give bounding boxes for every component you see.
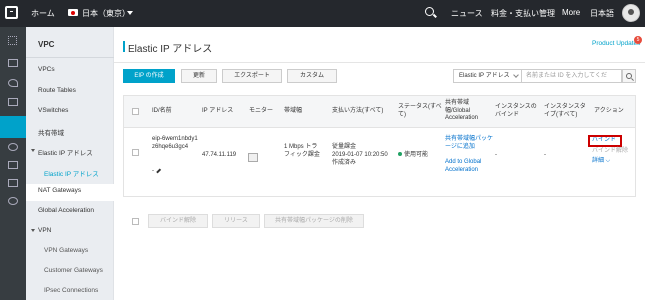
product-icon-bar [0,27,26,300]
layers-icon[interactable] [8,179,18,187]
top-navbar: ホーム 日本（東京） ニュース 料金・支払い管理 More 日本語 [0,0,645,27]
eip-table: ID/名前 IP アドレス モニター 帯域幅 支払い方法(すべて) ステータス(… [123,95,636,197]
col-billing[interactable]: 支払い方法(すべて) [332,108,383,116]
col-monitor: モニター [249,108,274,114]
ip-address: 47.74.11.119 [202,152,237,158]
home-link[interactable]: ホーム [31,8,55,19]
add-shared-link[interactable]: 共有帯域幅パッケージに追加 [445,136,493,151]
export-button[interactable]: エクスポート [222,69,282,83]
sidebar-item-global-acceleration[interactable]: Global Acceleration [38,207,94,214]
eip-id[interactable]: eip-6wem1nbdy1z6hqe6u3gc4 [152,136,200,151]
search-icon[interactable] [425,7,434,16]
billing-created: 2019-01-07 10:20:50 作成済み [332,152,388,166]
sidebar-item-shared-bandwidth[interactable]: 共有帯域 [38,127,64,137]
more-label: 詳細 [592,158,605,164]
sidebar-item-ipsec-connections[interactable]: IPsec Connections [44,287,98,294]
eip-name: - [152,168,154,174]
sidebar-item-vswitches[interactable]: VSwitches [38,107,68,114]
chart-icon[interactable] [248,153,258,162]
col-ip: IP アドレス [202,108,234,114]
status-label: 使用可能 [404,152,429,158]
sidebar-item-nat-gateways[interactable]: NAT Gateways [38,187,81,194]
unbind-link: バインド解除 [592,148,629,154]
status-dot-icon [398,152,402,157]
news-link[interactable]: ニュース [451,8,483,19]
bind-highlight [588,135,622,147]
bulk-select-checkbox[interactable] [132,218,139,225]
globe-icon[interactable] [8,143,18,151]
language-selector[interactable]: 日本語 [590,8,614,19]
sidebar-item-customer-gateways[interactable]: Customer Gateways [44,267,103,274]
page-title: Elastic IP アドレス [128,44,213,55]
col-instance: インスタンスのバインド [495,104,537,118]
database-icon[interactable] [8,197,18,205]
more-link[interactable]: More [562,8,580,17]
col-status[interactable]: ステータス(すべて) [398,104,442,119]
bulk-release-button: リリース [212,214,260,228]
add-global-link[interactable]: Add to Global Acceleration [445,159,493,174]
bulk-unbind-button: バインド解除 [148,214,208,228]
sidebar-item-elastic-ip[interactable]: Elastic IP アドレス [44,168,99,178]
refresh-button[interactable]: 更新 [181,69,217,83]
col-shared: 共有帯域幅/Global Acceleration [445,100,479,121]
chevron-down-icon [513,72,519,78]
monitor-icon[interactable] [8,59,18,67]
search-icon [626,73,632,79]
console-logo-icon[interactable] [5,6,18,19]
sidebar-item-route-tables[interactable]: Route Tables [38,87,76,94]
vpc-sidebar: VPC VPCs Route Tables VSwitches 共有帯域 Ela… [26,27,114,300]
divider [114,62,645,63]
heart-icon[interactable] [8,79,18,87]
col-instance-type[interactable]: インスタンスタイプ(すべて) [544,104,586,119]
col-bandwidth: 帯域幅 [284,108,303,114]
caret-down-icon [31,229,35,232]
caret-down-icon [31,149,35,152]
more-link[interactable]: 詳細 ⌵ [592,158,610,166]
bulk-remove-shared-button: 共有帯域幅パッケージの削除 [264,214,364,228]
col-id: ID/名前 [152,108,172,114]
instance-type-value: - [544,152,546,158]
sidebar-title: VPC [38,40,55,49]
col-action: アクション [594,108,624,114]
main-content: Elastic IP アドレス Product Updates 5 EIP の作… [114,27,645,300]
divider [26,57,114,58]
create-eip-button[interactable]: EIP の作成 [123,69,175,83]
updates-badge: 5 [634,36,642,44]
select-all-checkbox[interactable] [132,108,139,115]
row-checkbox[interactable] [132,149,139,156]
search-button[interactable] [622,69,636,83]
bandwidth-value: 1 Mbps トラフィック課金 [284,144,320,158]
sidebar-group-elastic-ip[interactable]: Elastic IP アドレス [38,147,93,157]
eip-id-suffix: - [152,168,161,176]
edit-icon[interactable] [156,168,161,173]
cross-icon[interactable] [8,161,18,169]
search-input[interactable]: 名前または ID を入力してくだ [522,69,622,83]
table-header: ID/名前 IP アドレス モニター 帯域幅 支払い方法(すべて) ステータス(… [124,96,635,128]
billing-method: 従量課金 [332,144,357,150]
sidebar-group-vpn[interactable]: VPN [38,227,51,234]
filter-select-value: Elastic IP アドレス [459,73,510,79]
region-selector[interactable]: 日本（東京） [82,8,130,19]
filter-select[interactable]: Elastic IP アドレス [453,69,522,83]
title-accent [123,41,125,52]
sidebar-item-vpn-gateways[interactable]: VPN Gateways [44,247,88,254]
avatar[interactable] [622,4,640,22]
chevron-down-icon[interactable] [127,11,133,15]
custom-button[interactable]: カスタム [287,69,337,83]
japan-flag-icon [68,9,78,16]
instance-value: - [495,152,497,158]
server-icon[interactable] [8,98,18,106]
sidebar-item-vpcs[interactable]: VPCs [38,66,55,73]
cloud-icon-active[interactable] [0,116,26,138]
billing-link[interactable]: 料金・支払い管理 [491,8,555,19]
grid-icon[interactable] [8,36,17,45]
status: 使用可能 [398,152,428,160]
